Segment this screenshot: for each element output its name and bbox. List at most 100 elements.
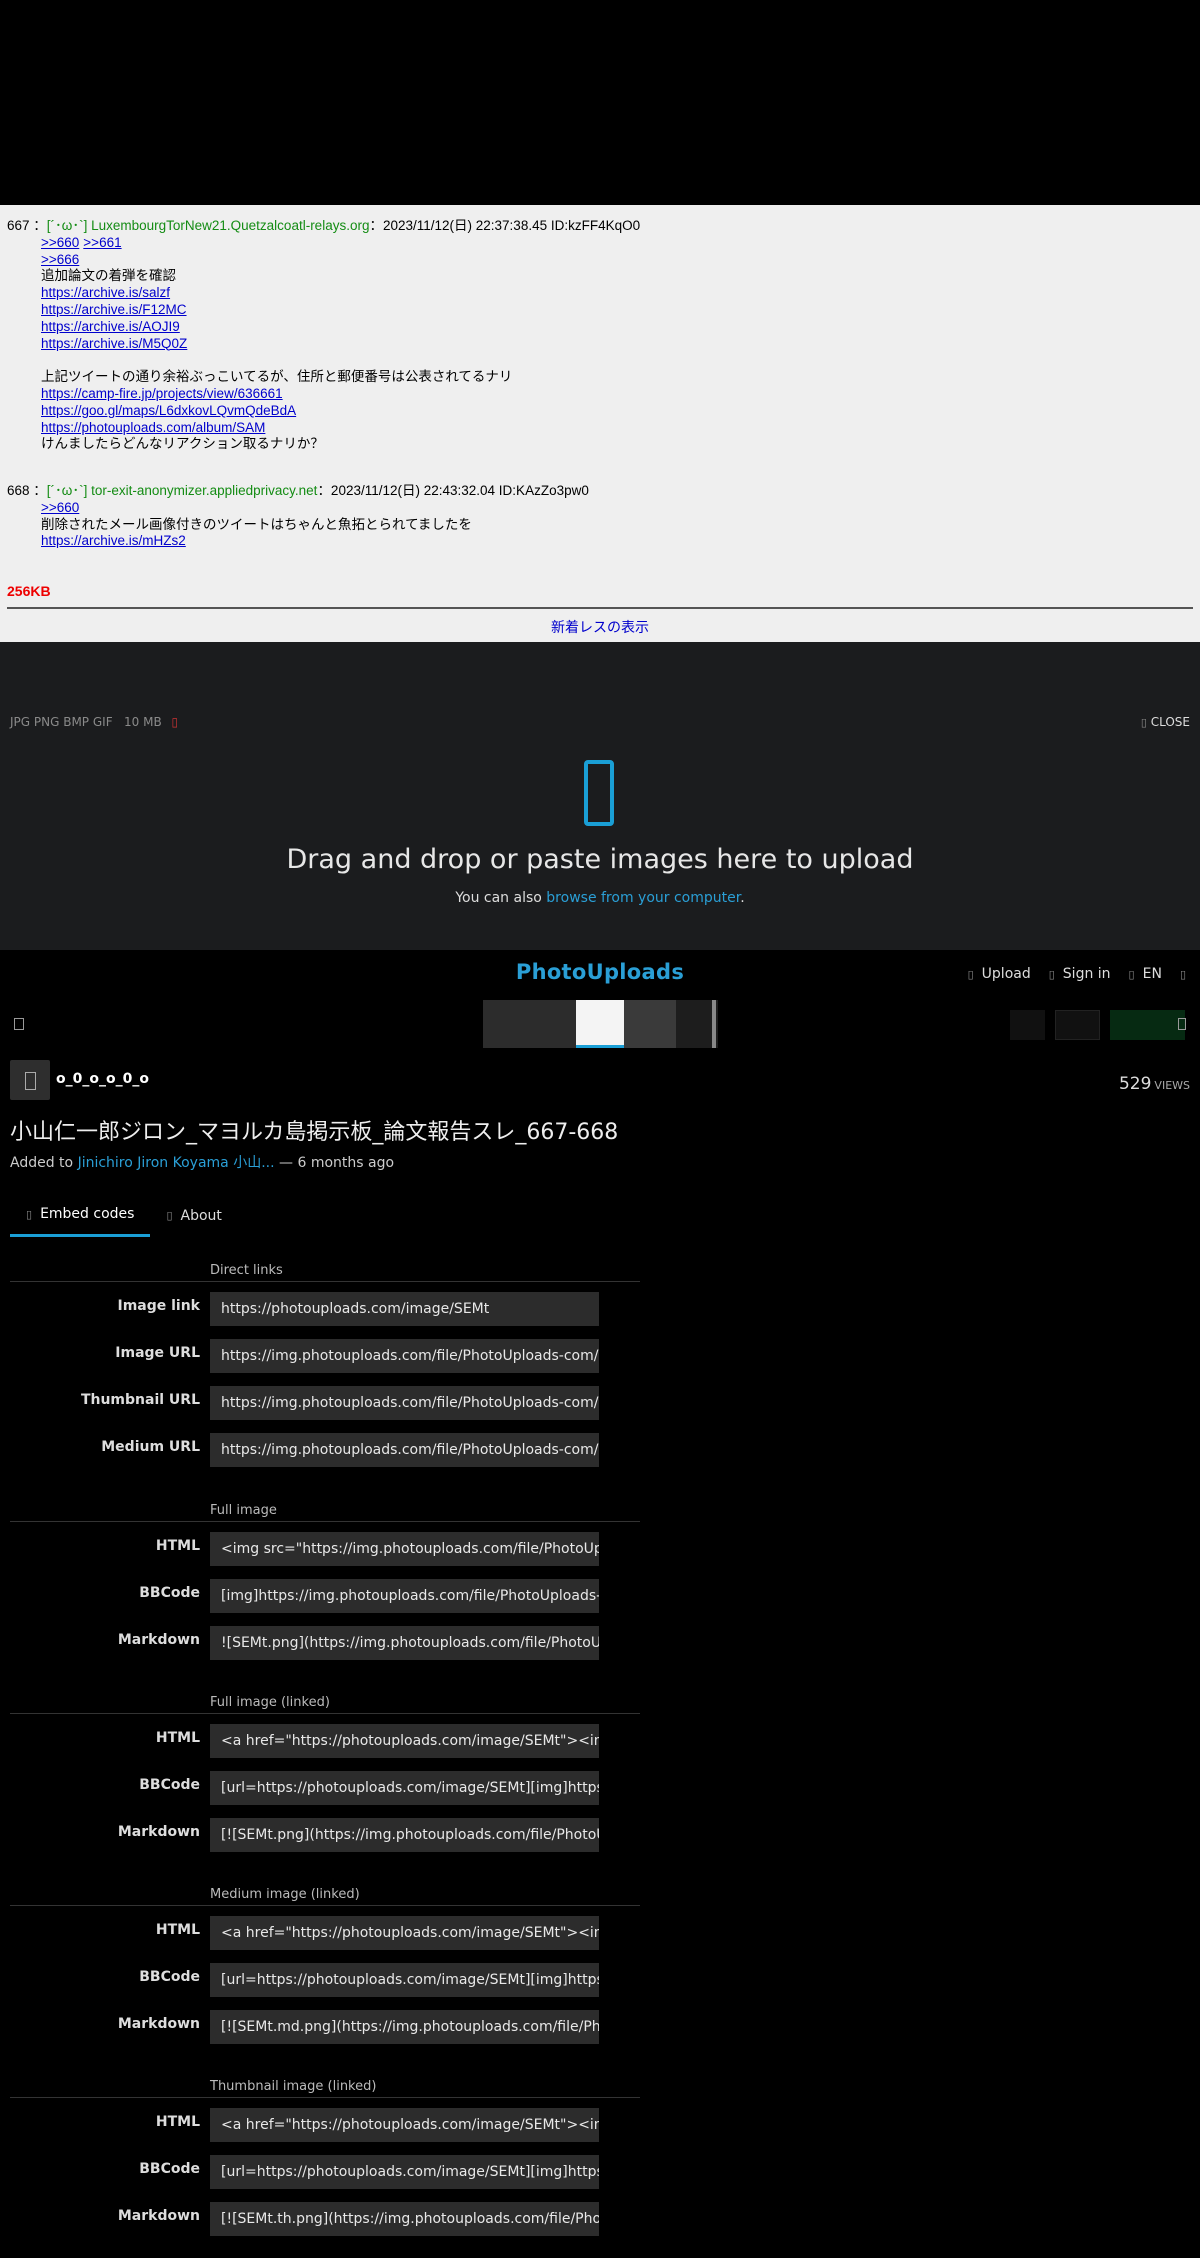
post-text: 削除されたメール画像付きのツイートはちゃんと魚拓とられてましたを (41, 516, 472, 532)
section-divider (10, 1521, 640, 1522)
ghost-button (1110, 1010, 1185, 1040)
added-suffix: — 6 months ago (274, 1155, 395, 1171)
embed-label: BBCode (139, 2161, 200, 2177)
embed-code-field[interactable]: [url=https://photouploads.com/image/SEMt… (210, 2155, 599, 2189)
embed-code-field[interactable]: https://img.photouploads.com/file/PhotoU… (210, 1339, 599, 1373)
top-nav: ▯ Upload ▯ Sign in ▯ EN ▯ (968, 966, 1186, 982)
section-title: Full image (210, 1503, 277, 1518)
embed-code-field[interactable]: <a href="https://photouploads.com/image/… (210, 1724, 599, 1758)
reply-link[interactable]: >>660 (41, 235, 79, 250)
page-title: 小山仁一郎ジロン_マヨルカ島掲示板_論文報告スレ_667-668 (10, 1120, 619, 1145)
new-replies-link[interactable]: 新着レスの表示 (551, 619, 649, 635)
embed-code-field[interactable]: [![SEMt.png](https://img.photouploads.co… (210, 1818, 599, 1852)
username[interactable]: o_0_o_o_0_o (56, 1071, 149, 1087)
upload-panel[interactable]: JPG PNG BMP GIF 10 MB ▯ ▯ CLOSE Drag and… (0, 642, 1200, 950)
section-title: Direct links (210, 1263, 283, 1278)
embed-code-field[interactable]: <img src="https://img.photouploads.com/f… (210, 1532, 599, 1566)
upload-sub-suffix: . (740, 890, 745, 906)
slideshow-icon[interactable] (1178, 1018, 1186, 1030)
added-prefix: Added to (10, 1155, 78, 1171)
close-button[interactable]: ▯ CLOSE (1141, 715, 1190, 729)
post-name: [´･ω･`] tor-exit-anonymizer.appliedpriva… (46, 483, 318, 498)
post-number: 668 (7, 483, 30, 498)
section-divider (10, 2097, 640, 2098)
post-667: 667 ：[´･ω･`] LuxembourgTorNew21.Quetzalc… (7, 218, 640, 453)
embed-label: Thumbnail URL (80, 1392, 200, 1408)
embed-code-field[interactable]: https://img.photouploads.com/file/PhotoU… (210, 1433, 599, 1467)
tab-bar: ▯ Embed codes ▯ About (10, 1196, 238, 1237)
reply-link[interactable]: >>661 (83, 235, 121, 250)
embed-label: HTML (155, 2114, 200, 2130)
embed-code-field[interactable]: [![SEMt.th.png](https://img.photouploads… (210, 2202, 599, 2236)
embed-label: Image URL (115, 1345, 200, 1361)
external-link[interactable]: https://camp-fire.jp/projects/view/63666… (41, 386, 283, 403)
tab-label: About (180, 1207, 222, 1224)
reply-link[interactable]: >>666 (41, 252, 79, 269)
embed-code-field[interactable]: [img]https://img.photouploads.com/file/P… (210, 1579, 599, 1613)
info-icon[interactable]: ▯ (172, 715, 179, 729)
upload-icon: ▯ (967, 967, 974, 981)
embed-code-field[interactable]: [url=https://photouploads.com/image/SEMt… (210, 1771, 599, 1805)
embed-code-field[interactable]: https://img.photouploads.com/file/PhotoU… (210, 1386, 599, 1420)
post-header: 668 ：[´･ω･`] tor-exit-anonymizer.applied… (7, 483, 589, 500)
post-meta: ：2023/11/12(日) 22:37:38.45 ID:kzFF4KqO0 (369, 218, 641, 233)
user-icon: ▯ (1048, 967, 1055, 981)
embed-code-field[interactable]: <a href="https://photouploads.com/image/… (210, 2108, 599, 2142)
post-separator: ： (33, 483, 47, 498)
archive-link[interactable]: https://archive.is/mHZs2 (41, 533, 186, 550)
reply-link[interactable]: >>660 (41, 500, 79, 517)
thumbnail-current[interactable] (576, 1000, 624, 1048)
upload-label: Upload (981, 966, 1031, 982)
tab-embed-codes[interactable]: ▯ Embed codes (10, 1196, 151, 1237)
menu-button[interactable]: ▯ (1180, 966, 1186, 982)
thread-size: 256KB (7, 583, 51, 599)
top-bar: PhotoUploads ▯ Upload ▯ Sign in ▯ EN ▯ (0, 950, 1200, 1000)
close-icon: ▯ (1140, 716, 1147, 729)
thumbnail-edge (712, 1000, 716, 1048)
views-number: 529 (1118, 1074, 1152, 1094)
archive-link[interactable]: https://archive.is/M5Q0Z (41, 336, 187, 353)
archive-link[interactable]: https://archive.is/salzf (41, 285, 170, 302)
embed-code-field[interactable]: https://photouploads.com/image/SEMt (210, 1292, 599, 1326)
archive-link[interactable]: https://archive.is/AOJI9 (41, 319, 180, 336)
album-link[interactable]: Jinichiro Jiron Koyama 小山... (78, 1155, 275, 1171)
embed-label: BBCode (139, 1969, 200, 1985)
external-link[interactable]: https://photouploads.com/album/SAM (41, 420, 265, 437)
section-title: Full image (linked) (210, 1695, 330, 1710)
upload-formats: JPG PNG BMP GIF (10, 715, 113, 729)
embed-code-field[interactable]: <a href="https://photouploads.com/image/… (210, 1916, 599, 1950)
view-count: 529 VIEWS (1119, 1074, 1190, 1094)
avatar[interactable] (10, 1060, 50, 1100)
section-divider (10, 1905, 640, 1906)
external-link[interactable]: https://goo.gl/maps/L6dxkovLQvmQdeBdA (41, 403, 296, 420)
thumbnail[interactable] (483, 1000, 576, 1048)
archive-link[interactable]: https://archive.is/F12MC (41, 302, 187, 319)
sign-in-button[interactable]: ▯ Sign in (1049, 966, 1111, 982)
post-number: 667 (7, 218, 30, 233)
post-text: 追加論文の着弾を確認 (41, 268, 176, 284)
tab-about[interactable]: ▯ About (150, 1196, 237, 1237)
sign-in-label: Sign in (1062, 966, 1111, 982)
close-label: CLOSE (1150, 715, 1190, 729)
list-icon[interactable] (14, 1018, 24, 1030)
language-label: EN (1142, 966, 1162, 982)
browse-link[interactable]: browse from your computer (546, 890, 740, 906)
thumbnail[interactable] (624, 1000, 676, 1048)
language-selector[interactable]: ▯ EN (1129, 966, 1162, 982)
upload-button[interactable]: ▯ Upload (968, 966, 1031, 982)
image-strip (0, 1000, 1200, 1050)
embed-code-field[interactable]: [![SEMt.md.png](https://img.photouploads… (210, 2010, 599, 2044)
embed-label: HTML (155, 1922, 200, 1938)
post-separator: ： (33, 218, 47, 233)
added-to-line: Added to Jinichiro Jiron Koyama 小山... — … (10, 1152, 394, 1172)
post-name: [´･ω･`] LuxembourgTorNew21.Quetzalcoatl-… (46, 218, 370, 233)
tab-label: Embed codes (40, 1206, 135, 1222)
ghost-button (1010, 1010, 1045, 1040)
embed-label: Markdown (117, 2016, 200, 2032)
post-text: けんましたらどんなリアクション取るナリか？ (41, 436, 324, 452)
embed-code-field[interactable]: ![SEMt.png](https://img.photouploads.com… (210, 1626, 599, 1660)
section-title: Thumbnail image (linked) (210, 2079, 377, 2094)
post-header: 667 ：[´･ω･`] LuxembourgTorNew21.Quetzalc… (7, 218, 640, 235)
upload-subtitle: You can also browse from your computer. (0, 890, 1200, 906)
embed-code-field[interactable]: [url=https://photouploads.com/image/SEMt… (210, 1963, 599, 1997)
